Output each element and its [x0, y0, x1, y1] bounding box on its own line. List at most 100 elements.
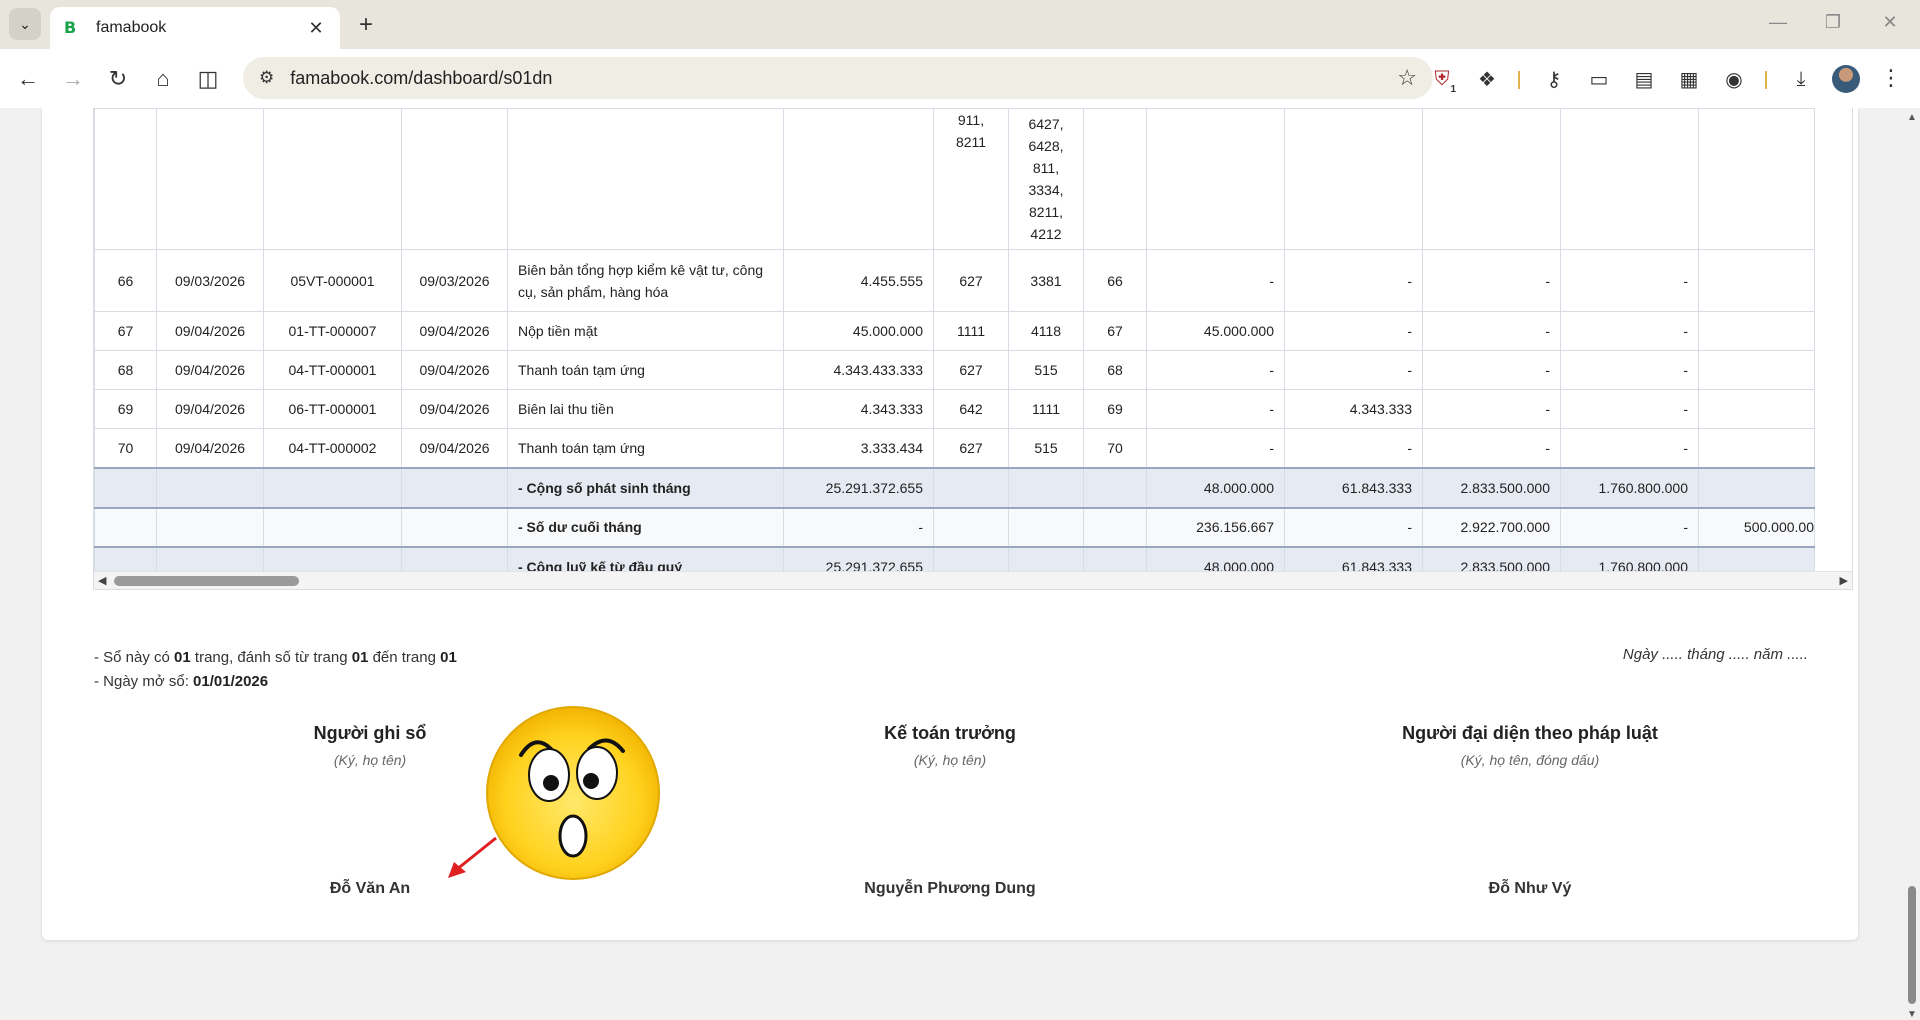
signature-role: Kế toán trưởng [884, 723, 1016, 743]
plus-icon[interactable]: + [352, 12, 380, 40]
cell-amount: 4.343.333 [783, 389, 934, 429]
ledger-table: 911, 8211 6427, 6428, 811, 3334, 8211, 4… [94, 108, 1815, 587]
forward-icon[interactable]: → [57, 63, 89, 95]
cell-c2: 4.343.333 [1284, 389, 1423, 429]
cell-c5 [1698, 350, 1815, 390]
cell-acc-co: 3381 [1008, 249, 1084, 312]
scroll-right-icon[interactable]: ▶ [1840, 574, 1848, 587]
cell-c1: - [1146, 249, 1285, 312]
cell-stt: 67 [94, 311, 157, 351]
cell-c3: - [1422, 249, 1561, 312]
reader-icon[interactable]: ▤ [1628, 63, 1660, 95]
cell-stt: 70 [94, 428, 157, 468]
toolbar-divider [1518, 71, 1520, 89]
incognito-icon[interactable]: ◉ [1718, 63, 1750, 95]
home-icon[interactable]: ⌂ [147, 63, 179, 95]
more-icon[interactable]: ⋮ [1880, 65, 1902, 91]
puzzle-icon[interactable]: ❖ [1471, 63, 1503, 95]
key-icon[interactable]: ⚷ [1538, 63, 1570, 95]
cell-desc: Thanh toán tạm ứng [507, 350, 784, 390]
sign-date-line: Ngày ..... tháng ..... năm ..... [1622, 646, 1808, 663]
address-bar[interactable]: ⚙ famabook.com/dashboard/s01dn ☆ [243, 57, 1433, 99]
cell-c3: 2.833.500.000 [1422, 466, 1561, 508]
book-notes: - Sổ này có 01 trang, đánh số từ trang 0… [94, 646, 457, 694]
reload-icon[interactable]: ↻ [102, 63, 134, 95]
browser-tab[interactable]: B famabook ✕ [50, 7, 340, 49]
cell-acc-no: 911, 8211 [933, 108, 1009, 250]
cell-date: 09/04/2026 [156, 428, 264, 468]
table-row: 911, 8211 6427, 6428, 811, 3334, 8211, 4… [94, 108, 1815, 250]
scroll-up-icon[interactable]: ▲ [1907, 112, 1917, 123]
card-icon[interactable]: ▭ [1583, 63, 1615, 95]
cell-acc-co: 515 [1008, 428, 1084, 468]
cell-amount: 45.000.000 [783, 311, 934, 351]
summary-row: - Số dư cuối tháng - 236.156.667 - 2.922… [94, 506, 1815, 547]
cell-acc-co: 1111 [1008, 389, 1084, 429]
cell-desc: Thanh toán tạm ứng [507, 428, 784, 468]
ledger-card: 911, 8211 6427, 6428, 811, 3334, 8211, 4… [42, 108, 1858, 940]
vertical-scrollbar-thumb[interactable] [1908, 886, 1916, 1004]
cell-c4: 1.760.800.000 [1560, 466, 1699, 508]
cell-date: 09/04/2026 [156, 311, 264, 351]
cell-c3: - [1422, 389, 1561, 429]
signature-hint: (Ký, họ tên, đóng dấu) [1460, 752, 1600, 768]
avatar[interactable] [1832, 65, 1860, 93]
cell-c2: - [1284, 428, 1423, 468]
cell-stt: 69 [94, 389, 157, 429]
cell-date: 09/03/2026 [156, 249, 264, 312]
tab-search-icon[interactable]: ⌄ [9, 8, 41, 40]
page-viewport: 911, 8211 6427, 6428, 811, 3334, 8211, 4… [0, 108, 1904, 1020]
summary-label: - Số dư cuối tháng [507, 506, 784, 547]
red-arrow-icon [448, 836, 497, 878]
window-close-icon[interactable]: ✕ [1870, 12, 1910, 33]
scroll-left-icon[interactable]: ◀ [98, 574, 106, 587]
cell-c1: 236.156.667 [1146, 506, 1285, 547]
site-info-icon[interactable]: ⚙ [259, 68, 274, 88]
star-icon[interactable]: ☆ [1397, 65, 1417, 91]
download-icon[interactable]: ⤓ [1785, 63, 1817, 95]
cell-desc: Biên lai thu tiền [507, 389, 784, 429]
toolbar-divider [1765, 71, 1767, 89]
favicon-icon: B [64, 18, 77, 37]
cell-amount: - [783, 506, 934, 547]
back-icon[interactable]: ← [12, 63, 44, 95]
split-view-icon[interactable]: ◫ [192, 63, 224, 95]
cell-c3: - [1422, 428, 1561, 468]
cell-doc-date: 09/03/2026 [401, 249, 508, 312]
cell-c1: 48.000.000 [1146, 466, 1285, 508]
cell-line: 67 [1083, 311, 1147, 351]
table-icon[interactable]: ▦ [1673, 63, 1705, 95]
minimize-icon[interactable]: — [1758, 12, 1798, 33]
cell-line: 68 [1083, 350, 1147, 390]
extension-badge: 1 [1450, 84, 1456, 95]
scroll-down-icon[interactable]: ▼ [1907, 1009, 1917, 1020]
cell-desc: Biên bản tổng hợp kiểm kê vật tư, công c… [507, 249, 784, 312]
horizontal-scrollbar[interactable]: ◀ ▶ [94, 571, 1852, 589]
vertical-scrollbar[interactable]: ▲ ▼ [1904, 108, 1920, 1020]
notes-page-line: - Sổ này có 01 trang, đánh số từ trang 0… [94, 649, 457, 666]
tab-title: famabook [96, 19, 167, 36]
cell-c4: - [1560, 506, 1699, 547]
cell-c1: - [1146, 350, 1285, 390]
cell-acc-co: 6427, 6428, 811, 3334, 8211, 4212 [1008, 108, 1084, 250]
restore-icon[interactable]: ❐ [1813, 12, 1853, 33]
cell-c4: - [1560, 350, 1699, 390]
scrollbar-thumb[interactable] [114, 576, 299, 586]
notes-open-date-line: - Ngày mở sổ: 01/01/2026 [94, 673, 269, 690]
summary-label: - Cộng số phát sinh tháng [507, 466, 784, 508]
signature-name: Đỗ Như Vý [1488, 880, 1572, 897]
cell-date: 09/04/2026 [156, 389, 264, 429]
cell-doc-no: 05VT-000001 [263, 249, 402, 312]
shield-extension-icon[interactable]: ⛨ 1 [1426, 63, 1458, 96]
ledger-table-container[interactable]: 911, 8211 6427, 6428, 811, 3334, 8211, 4… [93, 108, 1853, 590]
cell-c5 [1698, 311, 1815, 351]
cell-line: 69 [1083, 389, 1147, 429]
cell-c2: 61.843.333 [1284, 466, 1423, 508]
url-text[interactable]: famabook.com/dashboard/s01dn [290, 68, 1397, 89]
signature-name: Nguyễn Phương Dung [864, 880, 1036, 897]
cell-c2: - [1284, 350, 1423, 390]
cell-c5 [1698, 249, 1815, 312]
cell-line: 70 [1083, 428, 1147, 468]
close-icon[interactable]: ✕ [306, 18, 326, 39]
cell-c4: - [1560, 389, 1699, 429]
